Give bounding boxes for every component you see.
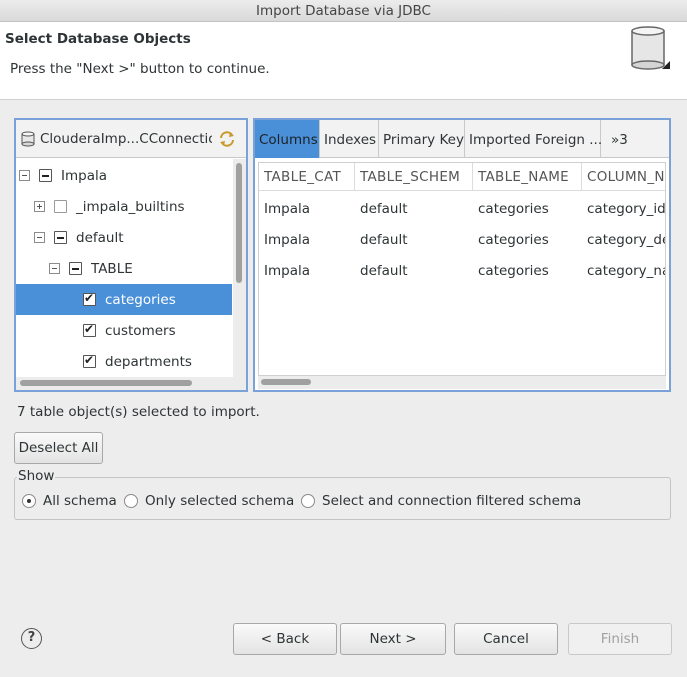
table-cell: Impala — [264, 231, 310, 248]
table-cell: default — [360, 200, 408, 217]
radio-label: Only selected schema — [145, 493, 295, 509]
checkbox[interactable] — [83, 291, 96, 306]
radio-connection-filtered-schema[interactable]: Select and connection filtered schema — [301, 493, 581, 509]
column-header[interactable]: TABLE_NAME — [473, 163, 582, 191]
tree-horizontal-scrollbar[interactable] — [16, 377, 246, 390]
radio-only-selected-schema[interactable]: Only selected schema — [124, 493, 294, 509]
selection-status: 7 table object(s) selected to import. — [17, 404, 260, 420]
tree-vertical-scrollbar[interactable] — [233, 159, 246, 377]
scroll-thumb[interactable] — [261, 379, 311, 385]
tree-node-impala[interactable]: Impala — [16, 160, 232, 191]
tree-node-label: TABLE — [91, 260, 133, 277]
radio-label: All schema — [43, 493, 117, 509]
database-objects-tree-panel: ClouderaImp...CConnectio Impala _impala_… — [14, 118, 248, 392]
table-cell: default — [360, 262, 408, 279]
metadata-panel: Columns Indexes Primary Key Imported For… — [253, 118, 671, 392]
window-title: Import Database via JDBC — [0, 0, 687, 22]
radio-button[interactable] — [124, 494, 138, 508]
tab-indexes[interactable]: Indexes — [320, 120, 379, 158]
radio-button[interactable] — [22, 494, 36, 508]
table-cell: category_id — [587, 200, 666, 217]
next-button[interactable]: Next > — [340, 623, 446, 655]
tristate-checkbox[interactable] — [54, 231, 67, 244]
checkbox[interactable] — [83, 322, 96, 337]
deselect-all-button[interactable]: Deselect All — [14, 432, 103, 464]
tristate-checkbox[interactable] — [39, 169, 52, 182]
wizard-banner: Select Database Objects Press the "Next … — [0, 22, 687, 100]
tab-imported-foreign-keys[interactable]: Imported Foreign ... — [465, 120, 602, 158]
tree-node-label: customers — [105, 322, 176, 339]
expand-icon[interactable] — [34, 201, 45, 212]
back-button[interactable]: < Back — [233, 623, 337, 655]
tree-node-default[interactable]: default — [16, 222, 232, 253]
more-tabs-button[interactable]: »3 — [607, 120, 641, 158]
radio-all-schema[interactable]: All schema — [22, 493, 117, 509]
show-group-legend: Show — [17, 468, 56, 484]
refresh-connection-icon[interactable] — [218, 130, 236, 148]
table-row[interactable]: Impala default categories category_de — [259, 224, 666, 255]
table-cell: categories — [478, 262, 549, 279]
tree-node-table[interactable]: TABLE — [16, 253, 232, 284]
scroll-thumb[interactable] — [20, 380, 192, 386]
collapse-icon[interactable] — [34, 232, 45, 243]
cancel-button[interactable]: Cancel — [454, 623, 558, 655]
help-icon[interactable]: ? — [21, 628, 42, 649]
tree-node-label: departments — [105, 353, 192, 370]
objects-tree: Impala _impala_builtins default TABLE ca… — [16, 159, 232, 377]
scroll-thumb[interactable] — [236, 163, 242, 283]
page-title: Select Database Objects — [5, 31, 191, 47]
table-horizontal-scrollbar[interactable] — [258, 376, 666, 389]
page-message: Press the "Next >" button to continue. — [10, 61, 270, 77]
table-cell: category_de — [587, 231, 666, 248]
column-header[interactable]: COLUMN_N — [582, 163, 665, 191]
columns-table: TABLE_CAT TABLE_SCHEM TABLE_NAME COLUMN_… — [258, 162, 666, 376]
table-row[interactable]: Impala default categories category_id — [259, 193, 666, 224]
tree-node-categories[interactable]: categories — [16, 284, 232, 315]
tree-node-customers[interactable]: customers — [16, 315, 232, 346]
collapse-icon[interactable] — [19, 170, 30, 181]
table-cell: Impala — [264, 262, 310, 279]
checkbox[interactable] — [83, 353, 96, 368]
table-header: TABLE_CAT TABLE_SCHEM TABLE_NAME COLUMN_… — [259, 163, 665, 191]
checkbox[interactable] — [54, 200, 67, 213]
radio-label: Select and connection filtered schema — [322, 493, 582, 509]
column-header[interactable]: TABLE_CAT — [259, 163, 355, 191]
tree-node-label: categories — [105, 291, 176, 308]
table-cell: category_na — [587, 262, 666, 279]
table-row[interactable]: Impala default categories category_na — [259, 255, 666, 286]
table-cell: default — [360, 231, 408, 248]
database-icon — [631, 26, 670, 70]
finish-button[interactable]: Finish — [568, 623, 672, 655]
tab-primary-key[interactable]: Primary Key — [379, 120, 465, 158]
tab-columns[interactable]: Columns — [255, 120, 320, 158]
radio-button[interactable] — [301, 494, 315, 508]
table-cell: categories — [478, 231, 549, 248]
tree-node-label: Impala — [61, 167, 107, 184]
connection-bar: ClouderaImp...CConnectio — [16, 120, 246, 158]
table-cell: Impala — [264, 200, 310, 217]
metadata-tabs: Columns Indexes Primary Key Imported For… — [255, 120, 669, 158]
tree-node-label: _impala_builtins — [76, 198, 185, 215]
tree-node-label: default — [76, 229, 124, 246]
connection-label: ClouderaImp...CConnectio — [40, 130, 212, 147]
collapse-icon[interactable] — [49, 263, 60, 274]
tristate-checkbox[interactable] — [69, 262, 82, 275]
column-header[interactable]: TABLE_SCHEM — [355, 163, 473, 191]
table-cell: categories — [478, 200, 549, 217]
connection-db-icon — [21, 131, 35, 146]
tree-node-impala-builtins[interactable]: _impala_builtins — [16, 191, 232, 222]
tree-node-departments[interactable]: departments — [16, 346, 232, 377]
